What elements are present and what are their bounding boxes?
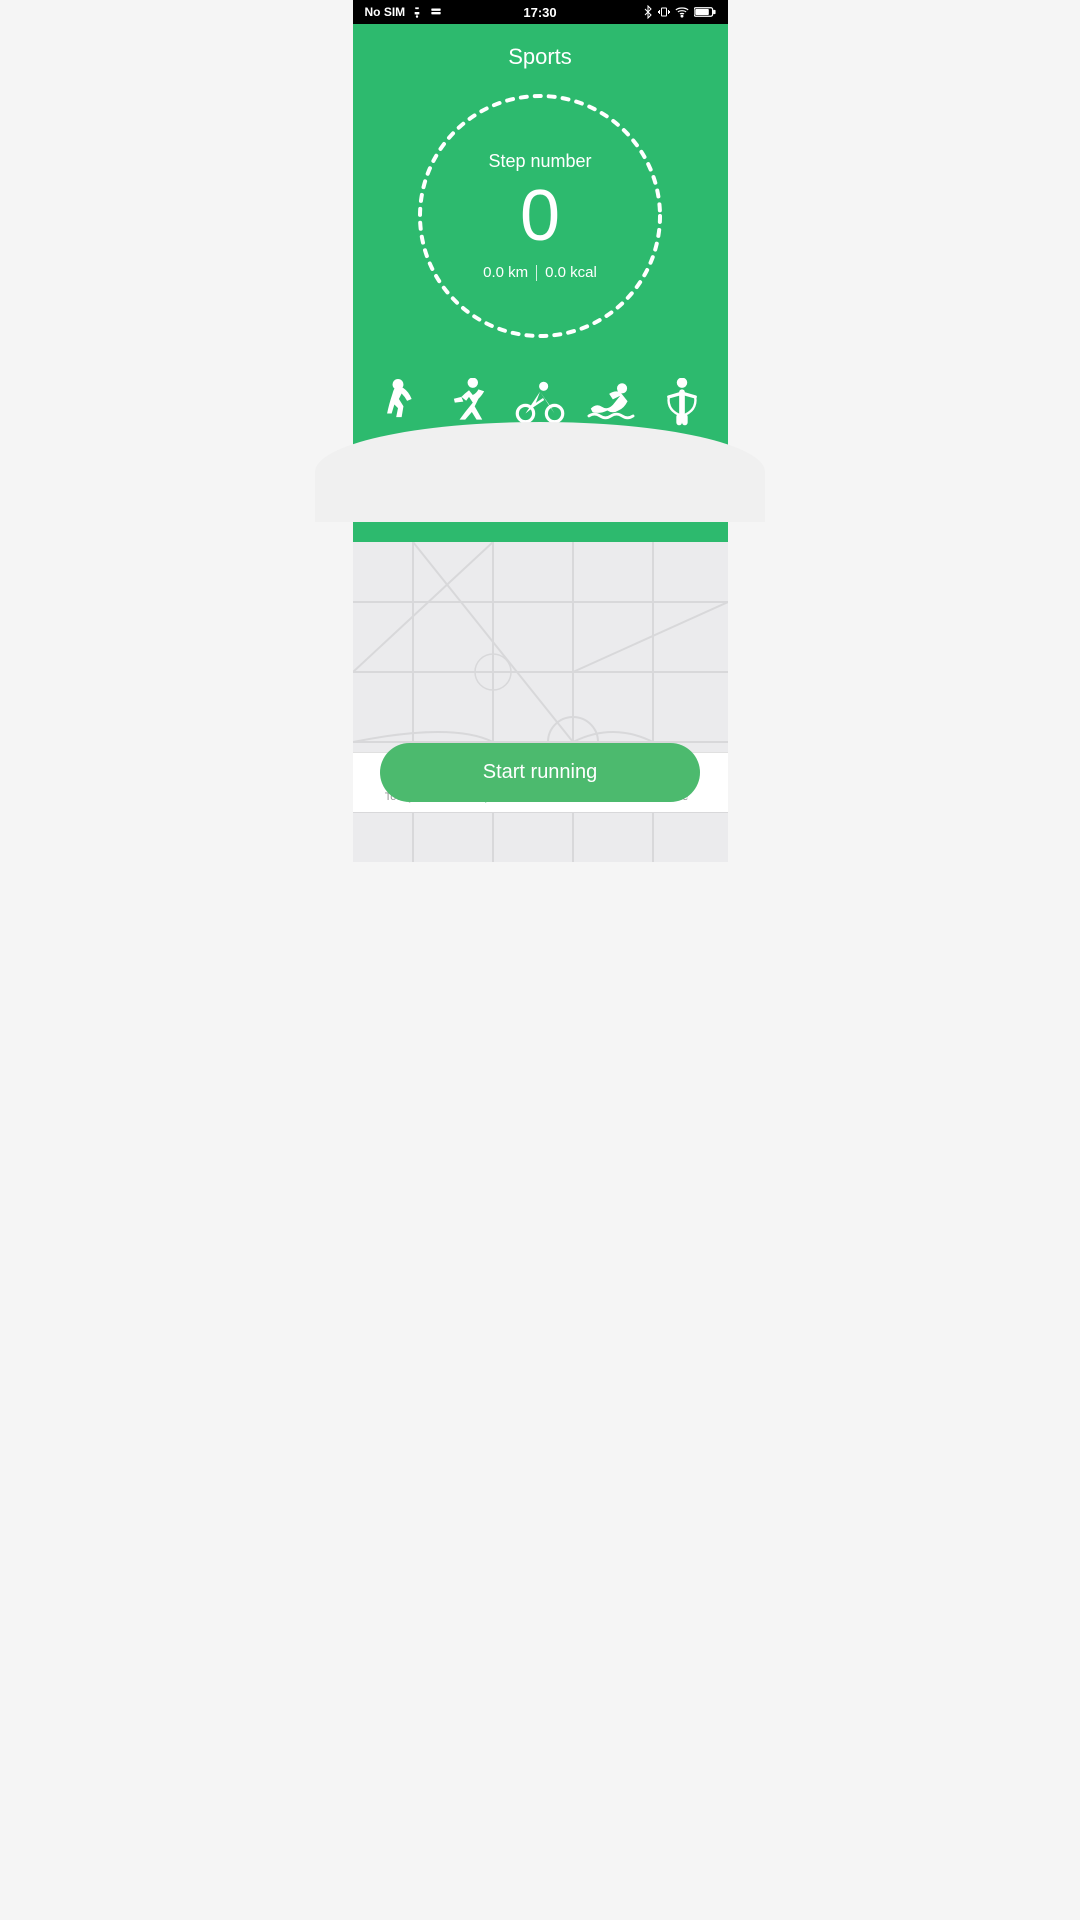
status-left: No SIM [365, 5, 444, 19]
calories-value: 0.0 kcal [545, 264, 597, 281]
walk-icon [373, 376, 423, 431]
step-stats: 0.0 km 0.0 kcal [483, 264, 597, 281]
step-count: 0 [483, 180, 597, 252]
battery-icon [694, 6, 716, 18]
status-bar: No SIM 17:30 [353, 0, 728, 24]
wifi-icon [674, 5, 690, 19]
status-right [642, 5, 716, 19]
storage-icon [429, 5, 443, 19]
page-title: Sports [353, 24, 728, 86]
skipping-icon [657, 376, 707, 431]
step-counter-circle: Step number 0 0.0 km 0.0 kcal [410, 86, 670, 346]
start-running-button[interactable]: Start running [380, 743, 700, 802]
map-svg [353, 542, 728, 862]
green-section: Sports Step number 0 0.0 km 0.0 kcal [353, 24, 728, 542]
bluetooth-icon [642, 5, 654, 19]
stat-divider [536, 265, 537, 281]
distance-value: 0.0 km [483, 264, 528, 281]
carrier-text: No SIM [365, 5, 406, 19]
circle-content: Step number 0 0.0 km 0.0 kcal [483, 151, 597, 281]
green-curve [353, 472, 728, 522]
status-time: 17:30 [523, 5, 556, 20]
map-section: Start running [353, 542, 728, 862]
usb-icon [410, 5, 424, 19]
vibrate-icon [658, 5, 670, 19]
step-label: Step number [483, 151, 597, 172]
